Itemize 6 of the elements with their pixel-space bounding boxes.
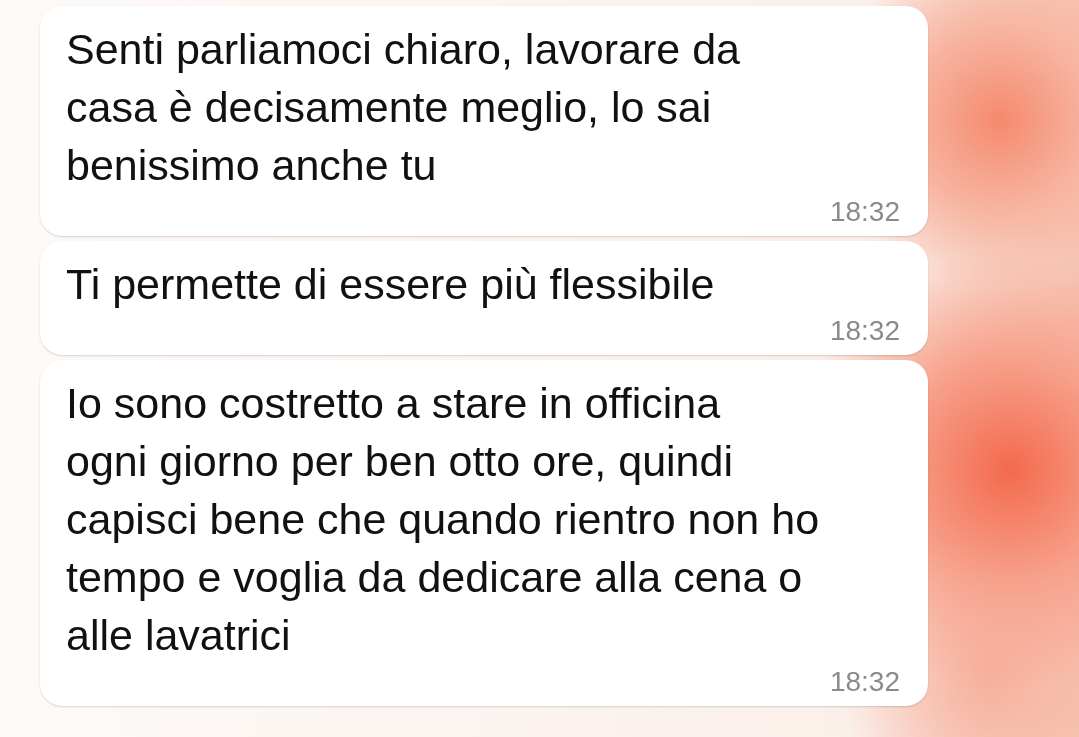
message-text: Ti permette di essere più flessibile [66, 259, 716, 310]
message-time: 18:32 [829, 314, 900, 348]
message-time: 18:32 [829, 665, 900, 699]
message-text: Senti parliamoci chiaro, lavorare da casa è decisamente meglio, lo sai benissimo anche tu [66, 24, 741, 191]
message-time: 18:32 [829, 195, 900, 229]
message-text: Io sono costretto a stare in officina ogni giorno per ben otto ore, quindi capisci bene che quando rientro non ho tempo e voglia da dedicare alla cena o alle lavatrici [66, 378, 821, 661]
